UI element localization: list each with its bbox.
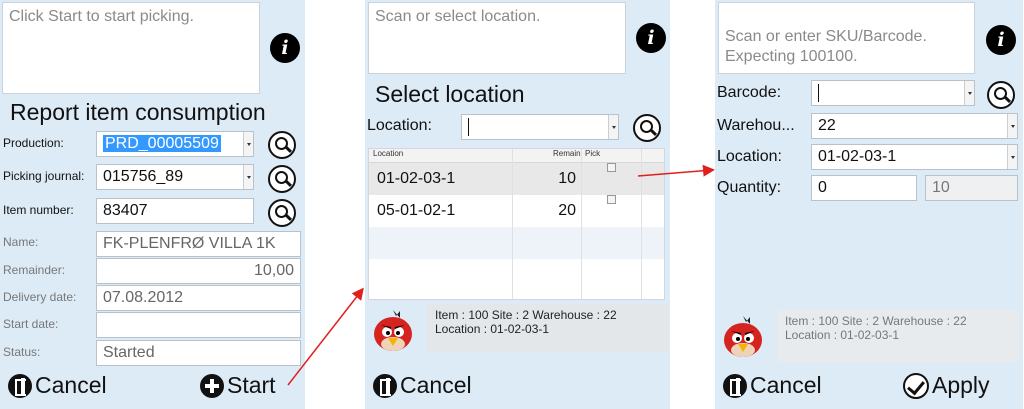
status-label: Status: [3,345,41,359]
production-value: PRD_00005509 [103,135,221,152]
cancel-label: Cancel [400,372,472,398]
table-row[interactable]: 01-02-03-1 10 [369,163,664,195]
message-box: Scan or enter SKU/Barcode. Expecting 100… [718,2,975,74]
start-date-label: Start date: [3,317,59,331]
journal-search-icon[interactable] [268,165,296,193]
pick-checkbox[interactable] [607,195,616,204]
quantity-label: Quantity: [717,179,782,196]
cancel-label: Cancel [750,372,822,398]
barcode-search-icon[interactable] [987,81,1015,109]
select-location-screen: Scan or select location. i Select locati… [365,0,670,409]
table-row[interactable]: 05-01-02-1 20 [369,195,664,227]
chevron-down-icon[interactable] [964,81,974,105]
exit-door-icon [723,373,747,398]
angry-bird-icon [724,316,762,357]
production-combo[interactable]: PRD_00005509 [96,131,254,157]
apply-button[interactable]: Apply [903,372,990,399]
column-divider [512,149,513,299]
name-value: FK-PLENFRØ VILLA 1K [96,231,301,257]
chevron-down-icon[interactable] [243,132,253,156]
cancel-button[interactable]: Cancel [373,372,472,399]
grid-header: Location Remain Pick [369,149,664,163]
info-line-1: Item : 100 Site : 2 Warehouse : 22 [785,314,967,328]
info-line-2: Location : 01-02-03-1 [435,322,550,336]
chevron-down-icon[interactable] [243,165,253,189]
item-info-panel: Item : 100 Site : 2 Warehouse : 22 Locat… [777,310,1019,362]
chevron-down-icon[interactable] [608,115,618,139]
name-label: Name: [3,235,39,249]
check-circle-icon [903,372,929,399]
column-header-pick: Pick [585,149,601,158]
message-text: Click Start to start picking. [9,8,194,25]
delivery-date-label: Delivery date: [3,290,77,304]
status-value: Started [96,340,301,366]
info-icon[interactable]: i [270,33,300,63]
warehouse-label: Warehou... [717,117,795,134]
location-combo[interactable]: 01-02-03-1 [811,144,1018,170]
quantity-input[interactable]: 0 [811,175,917,201]
expected-quantity: 10 [925,175,1018,201]
row-location: 05-01-02-1 [377,202,456,219]
table-row-empty [369,259,664,291]
row-remain: 10 [558,170,576,187]
item-search-icon[interactable] [268,199,296,227]
page-title: Report item consumption [10,99,266,125]
info-icon[interactable]: i [636,23,666,53]
cancel-button[interactable]: Cancel [8,372,107,399]
item-number-label: Item number: [3,203,74,217]
delivery-date-value: 07.08.2012 [96,285,301,311]
location-label: Location: [717,148,782,165]
journal-label: Picking journal: [3,169,85,183]
cancel-button[interactable]: Cancel [723,372,822,399]
column-divider [581,149,582,299]
exit-door-icon [8,373,32,398]
info-line-2: Location : 01-02-03-1 [785,328,900,342]
plus-circle-icon [200,373,224,398]
start-date-value [96,312,301,338]
warehouse-value: 22 [818,117,836,134]
column-header-location: Location [373,149,404,158]
production-label: Production: [3,136,64,150]
message-box: Scan or select location. [368,2,626,74]
journal-value: 015756_89 [103,168,184,185]
remainder-value: 10,00 [96,258,301,284]
report-item-consumption-screen: Click Start to start picking. i Report i… [0,0,305,409]
pick-checkbox[interactable] [607,163,616,172]
column-divider [641,149,642,299]
row-location: 01-02-03-1 [377,170,456,187]
message-text: Scan or select location. [375,8,541,25]
info-line-1: Item : 100 Site : 2 Warehouse : 22 [435,308,617,322]
chevron-down-icon[interactable] [1007,145,1017,169]
start-label: Start [227,372,276,398]
text-caret [468,117,469,136]
column-header-remain: Remain [553,149,581,158]
warehouse-combo[interactable]: 22 [811,113,1018,139]
table-row-empty [369,227,664,259]
location-search-icon[interactable] [633,114,661,142]
item-number-input[interactable]: 83407 [96,198,254,224]
page-title: Select location [375,81,525,107]
angry-bird-icon [374,310,412,351]
picking-journal-combo[interactable]: 015756_89 [96,164,254,190]
location-value: 01-02-03-1 [818,148,897,165]
barcode-combo[interactable] [811,80,975,106]
scan-barcode-screen: Scan or enter SKU/Barcode. Expecting 100… [715,0,1023,409]
message-text: Scan or enter SKU/Barcode. Expecting 100… [725,28,927,65]
row-remain: 20 [558,202,576,219]
location-grid[interactable]: Location Remain Pick 01-02-03-1 10 05-01… [368,148,665,300]
location-label: Location: [367,117,432,134]
location-combo[interactable] [461,114,619,140]
item-info-panel: Item : 100 Site : 2 Warehouse : 22 Locat… [427,304,669,352]
message-box: Click Start to start picking. [2,2,260,94]
cancel-label: Cancel [35,372,107,398]
text-caret [818,83,819,102]
start-button[interactable]: Start [200,372,276,399]
chevron-down-icon[interactable] [1007,114,1017,138]
barcode-label: Barcode: [717,84,782,101]
exit-door-icon [373,373,397,398]
remainder-label: Remainder: [3,263,66,277]
apply-label: Apply [932,372,990,398]
production-search-icon[interactable] [268,131,296,159]
info-icon[interactable]: i [986,25,1016,55]
